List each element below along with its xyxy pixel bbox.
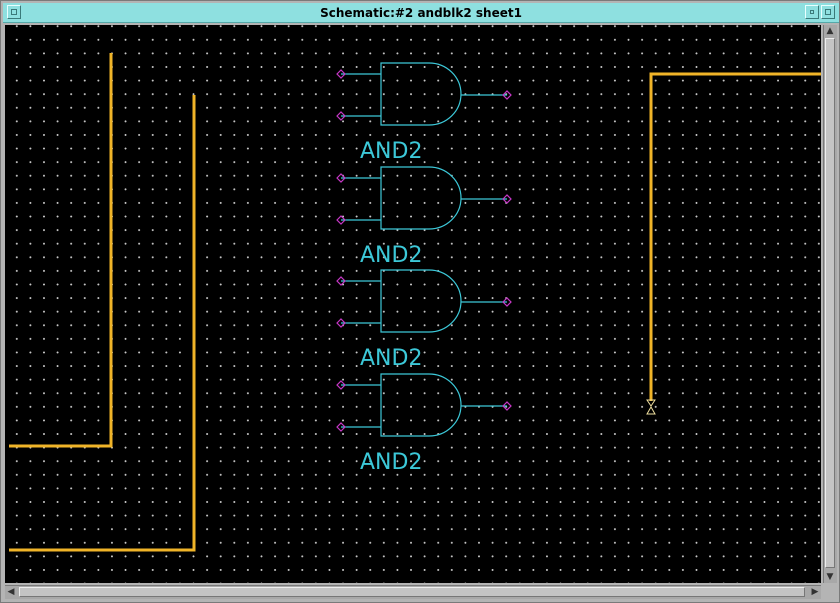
schematic-canvas[interactable]: AND2 AND2 AND2 AND2: [5, 25, 821, 583]
gate-body[interactable]: [380, 62, 462, 126]
scroll-corner: [823, 585, 837, 599]
gate-label: AND2: [360, 243, 422, 268]
horizontal-scroll-thumb[interactable]: [19, 587, 805, 597]
arrow-right-icon[interactable]: ▶: [809, 586, 821, 598]
window-title: Schematic:#2 andblk2 sheet1: [320, 6, 522, 20]
gate-body[interactable]: [380, 373, 462, 437]
gate-label: AND2: [360, 450, 422, 475]
and2-gate[interactable]: AND2: [336, 269, 512, 371]
gate-body[interactable]: [380, 269, 462, 333]
bus-wire-left-inner[interactable]: [9, 53, 113, 448]
bus-wire-left-outer[interactable]: [9, 95, 196, 552]
bus-wire-right[interactable]: [649, 72, 821, 401]
minimize-icon[interactable]: [805, 5, 819, 19]
and2-gate[interactable]: AND2: [336, 373, 512, 475]
wire-end-marker[interactable]: [646, 399, 656, 415]
gate-label: AND2: [360, 346, 422, 371]
vertical-scrollbar[interactable]: ▲ ▼: [823, 25, 837, 583]
arrow-up-icon[interactable]: ▲: [824, 25, 836, 37]
schematic-window: Schematic:#2 andblk2 sheet1 AND2 AND2 AND2…: [0, 0, 840, 603]
arrow-left-icon[interactable]: ◀: [5, 586, 17, 598]
and2-gate[interactable]: AND2: [336, 166, 512, 268]
horizontal-scrollbar[interactable]: ◀ ▶: [5, 585, 821, 599]
title-bar[interactable]: Schematic:#2 andblk2 sheet1: [3, 3, 839, 23]
gate-label: AND2: [360, 139, 422, 164]
schematic-drawing[interactable]: AND2 AND2 AND2 AND2: [5, 25, 821, 583]
vertical-scroll-thumb[interactable]: [825, 38, 835, 568]
and2-gate[interactable]: AND2: [336, 62, 512, 164]
arrow-down-icon[interactable]: ▼: [824, 571, 836, 583]
gate-body[interactable]: [380, 166, 462, 230]
maximize-icon[interactable]: [821, 5, 835, 19]
